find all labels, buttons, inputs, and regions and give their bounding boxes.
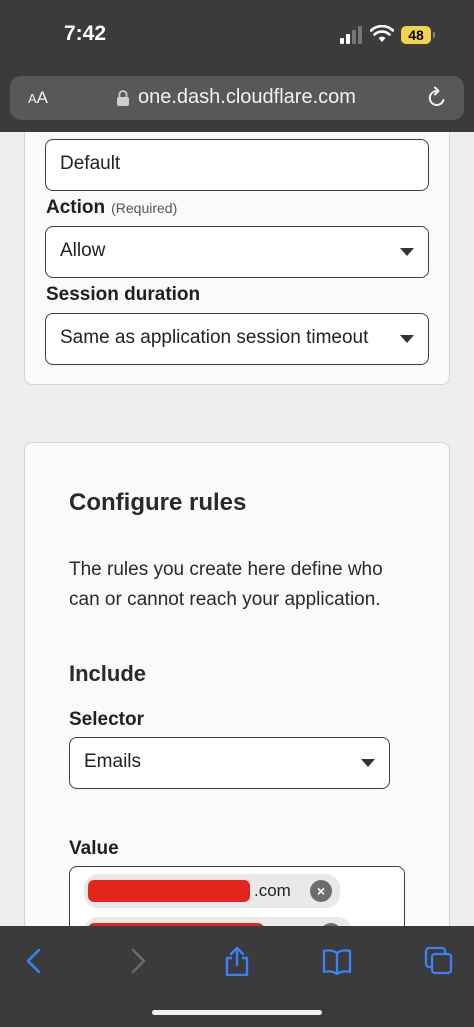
lock-icon xyxy=(117,90,129,106)
required-hint: (Required) xyxy=(111,200,178,216)
email-chip: .com × xyxy=(84,874,340,908)
policy-name-value: Default xyxy=(60,153,121,174)
value-multi-input[interactable]: .com × × xyxy=(69,866,405,926)
email-chip-suffix: .com xyxy=(254,881,291,900)
chevron-down-icon xyxy=(400,248,414,256)
action-label: Action (Required) xyxy=(46,197,178,218)
share-icon[interactable] xyxy=(222,946,252,976)
address-bar[interactable]: AA one.dash.cloudflare.com xyxy=(10,76,464,120)
policy-settings-card: Default Action (Required) Allow Session d… xyxy=(24,132,450,385)
bookmarks-icon[interactable] xyxy=(322,946,352,976)
action-select[interactable]: Allow xyxy=(45,226,429,278)
redacted-email xyxy=(88,880,250,902)
forward-icon[interactable] xyxy=(122,946,152,976)
battery-icon: 48 xyxy=(401,26,435,44)
policy-name-input[interactable]: Default xyxy=(45,139,429,191)
include-heading: Include xyxy=(69,661,147,686)
session-duration-label: Session duration xyxy=(46,284,201,305)
email-chip: × xyxy=(84,917,352,926)
wifi-icon xyxy=(370,25,394,42)
reload-icon[interactable] xyxy=(426,86,448,110)
configure-rules-card: Configure rules The rules you create her… xyxy=(24,442,450,926)
session-duration-select[interactable]: Same as application session timeout xyxy=(45,313,429,365)
signal-icon xyxy=(340,26,362,44)
chevron-down-icon xyxy=(361,759,375,767)
selector-select-value: Emails xyxy=(84,751,142,772)
chevron-down-icon xyxy=(400,335,414,343)
back-icon[interactable] xyxy=(20,946,50,976)
status-bar: 7:42 48 xyxy=(0,0,474,72)
configure-rules-title: Configure rules xyxy=(69,489,247,516)
home-indicator xyxy=(152,1010,322,1015)
value-label: Value xyxy=(69,838,119,859)
session-duration-value: Same as application session timeout xyxy=(60,327,369,348)
browser-toolbar xyxy=(0,926,474,1027)
selector-label: Selector xyxy=(69,709,144,730)
status-time: 7:42 xyxy=(64,22,107,45)
page-content[interactable]: Default Action (Required) Allow Session d… xyxy=(0,132,474,926)
tabs-icon[interactable] xyxy=(424,946,454,976)
configure-rules-description: The rules you create here define who can… xyxy=(69,559,383,610)
url-text[interactable]: one.dash.cloudflare.com xyxy=(138,86,356,109)
action-select-value: Allow xyxy=(60,240,106,261)
browser-url-strip: AA one.dash.cloudflare.com xyxy=(0,72,474,132)
remove-email-button[interactable]: × xyxy=(310,880,332,902)
reader-text-size-button[interactable]: AA xyxy=(28,88,48,108)
selector-select[interactable]: Emails xyxy=(69,737,390,789)
